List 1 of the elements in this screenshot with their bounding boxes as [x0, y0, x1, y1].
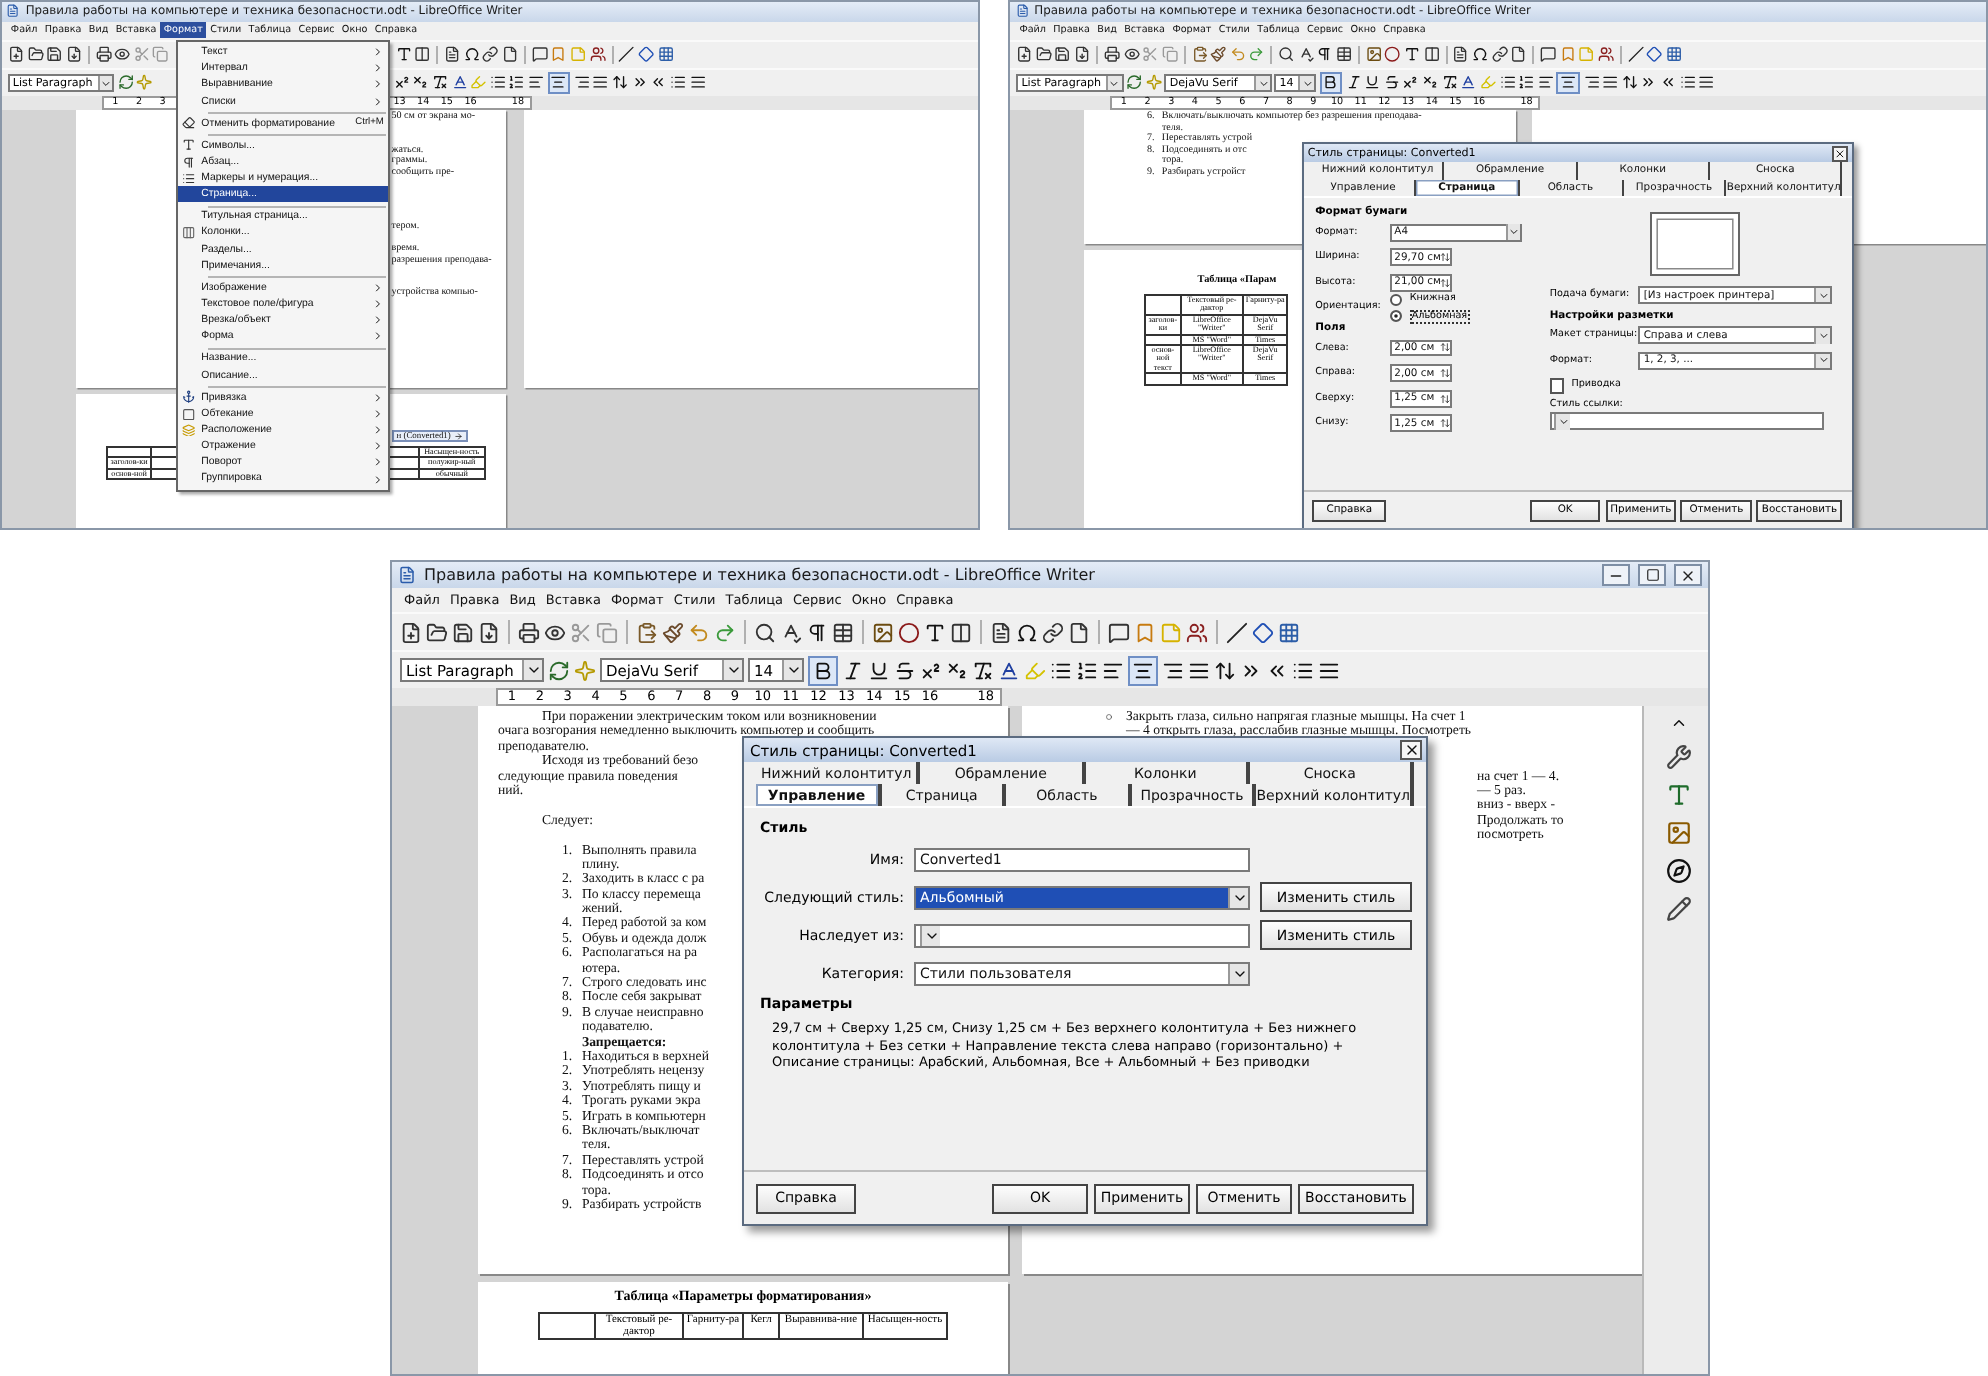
window-title: Правила работы на компьютере и техника безопасности.odt - LibreOffice Writer	[424, 566, 1097, 584]
